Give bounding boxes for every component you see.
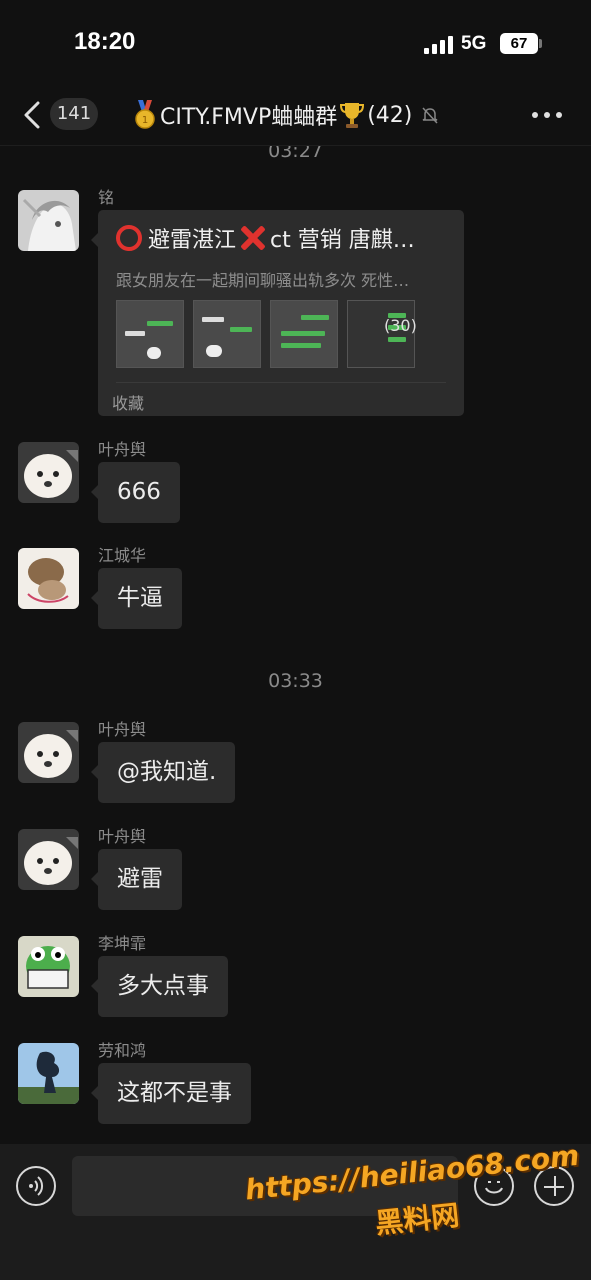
- sender-name: 铭: [98, 188, 115, 207]
- favorite-card[interactable]: 避雷湛江 ct 营销 唐麒… 跟女朋友在一起期间聊骚出轨多次 死性… (30) …: [91, 210, 464, 416]
- message-input[interactable]: [72, 1156, 458, 1216]
- timestamp: 03:27: [268, 146, 323, 162]
- dog-avatar-image: [18, 722, 79, 783]
- anime-avatar-image: [18, 190, 79, 251]
- cartoon-avatar-image: [18, 548, 79, 609]
- sender-name: 叶舟舆: [98, 720, 147, 739]
- card-divider: [116, 382, 446, 383]
- chat-screenshot-thumbnail: [116, 300, 184, 368]
- unread-count-badge[interactable]: 141: [50, 98, 98, 130]
- gold-medal-icon: 1: [135, 100, 155, 129]
- favorite-source-label: 收藏: [112, 394, 145, 413]
- trophy-icon: [340, 103, 365, 128]
- chat-title[interactable]: 1 CITY.FMVP蛐蛐群 (42): [132, 98, 440, 132]
- network-type: 5G: [461, 33, 487, 54]
- avatar[interactable]: [18, 722, 79, 783]
- favorite-title: 避雷湛江 ct 营销 唐麒…: [116, 222, 452, 254]
- sender-name: 劳和鸿: [98, 1041, 147, 1060]
- battery-icon: 67: [500, 33, 538, 54]
- input-bar: [0, 1144, 591, 1280]
- message-bubble[interactable]: 这都不是事: [91, 1063, 251, 1124]
- message-bubble[interactable]: @我知道.: [90, 742, 236, 803]
- timestamp: 03:33: [268, 670, 323, 692]
- favorite-subtitle: 跟女朋友在一起期间聊骚出轨多次 死性…: [116, 271, 410, 290]
- chat-title-text: CITY.FMVP蛐蛐群: [160, 105, 338, 130]
- sculpture-avatar-image: [18, 1043, 79, 1104]
- message-list[interactable]: 03:27 铭 避雷湛江 ct 营销 唐麒… 跟女朋友在一起期间聊骚出轨多次 死…: [0, 146, 591, 1144]
- sender-name: 江城华: [98, 546, 147, 565]
- member-count: (42): [367, 102, 413, 128]
- emoji-icon[interactable]: [474, 1166, 514, 1206]
- bell-off-icon: [422, 107, 438, 124]
- status-bar: 18:20 5G 67: [0, 0, 591, 88]
- message-bubble[interactable]: 666: [91, 462, 180, 523]
- status-time: 18:20: [74, 28, 136, 55]
- chevron-left-icon[interactable]: [22, 100, 44, 130]
- battery-level: 67: [510, 35, 528, 52]
- sender-name: 叶舟舆: [98, 440, 147, 459]
- avatar[interactable]: [18, 442, 79, 503]
- avatar[interactable]: [18, 829, 79, 890]
- voice-icon[interactable]: [16, 1166, 56, 1206]
- favorite-title-part1: 避雷湛江: [148, 228, 237, 253]
- chat-screenshot-thumbnail: [193, 300, 261, 368]
- frog-avatar-image: [18, 936, 79, 997]
- avatar[interactable]: [18, 548, 79, 609]
- sender-name: 叶舟舆: [98, 827, 147, 846]
- dog-avatar-image: [18, 829, 79, 890]
- message-bubble[interactable]: 避雷: [91, 849, 182, 910]
- signal-icon: [424, 36, 454, 54]
- more-dots-icon[interactable]: [532, 112, 564, 120]
- chat-screenshot-thumbnail: [270, 300, 338, 368]
- red-circle-icon: [116, 225, 142, 251]
- dog-avatar-image: [18, 442, 79, 503]
- red-cross-icon: [240, 225, 266, 251]
- message-bubble[interactable]: 多大点事: [91, 956, 228, 1017]
- avatar[interactable]: [18, 936, 79, 997]
- chat-header: 141 1 CITY.FMVP蛐蛐群 (42): [0, 88, 591, 146]
- sender-name: 李坤霏: [98, 934, 147, 953]
- image-count: (30): [384, 316, 417, 335]
- message-bubble[interactable]: 牛逼: [91, 568, 182, 629]
- battery-tip: [539, 39, 542, 48]
- plus-icon[interactable]: [534, 1166, 574, 1206]
- avatar[interactable]: [18, 1043, 79, 1104]
- favorite-title-part2: ct 营销 唐麒…: [270, 228, 415, 253]
- svg-text:1: 1: [142, 115, 148, 126]
- avatar[interactable]: [18, 190, 79, 251]
